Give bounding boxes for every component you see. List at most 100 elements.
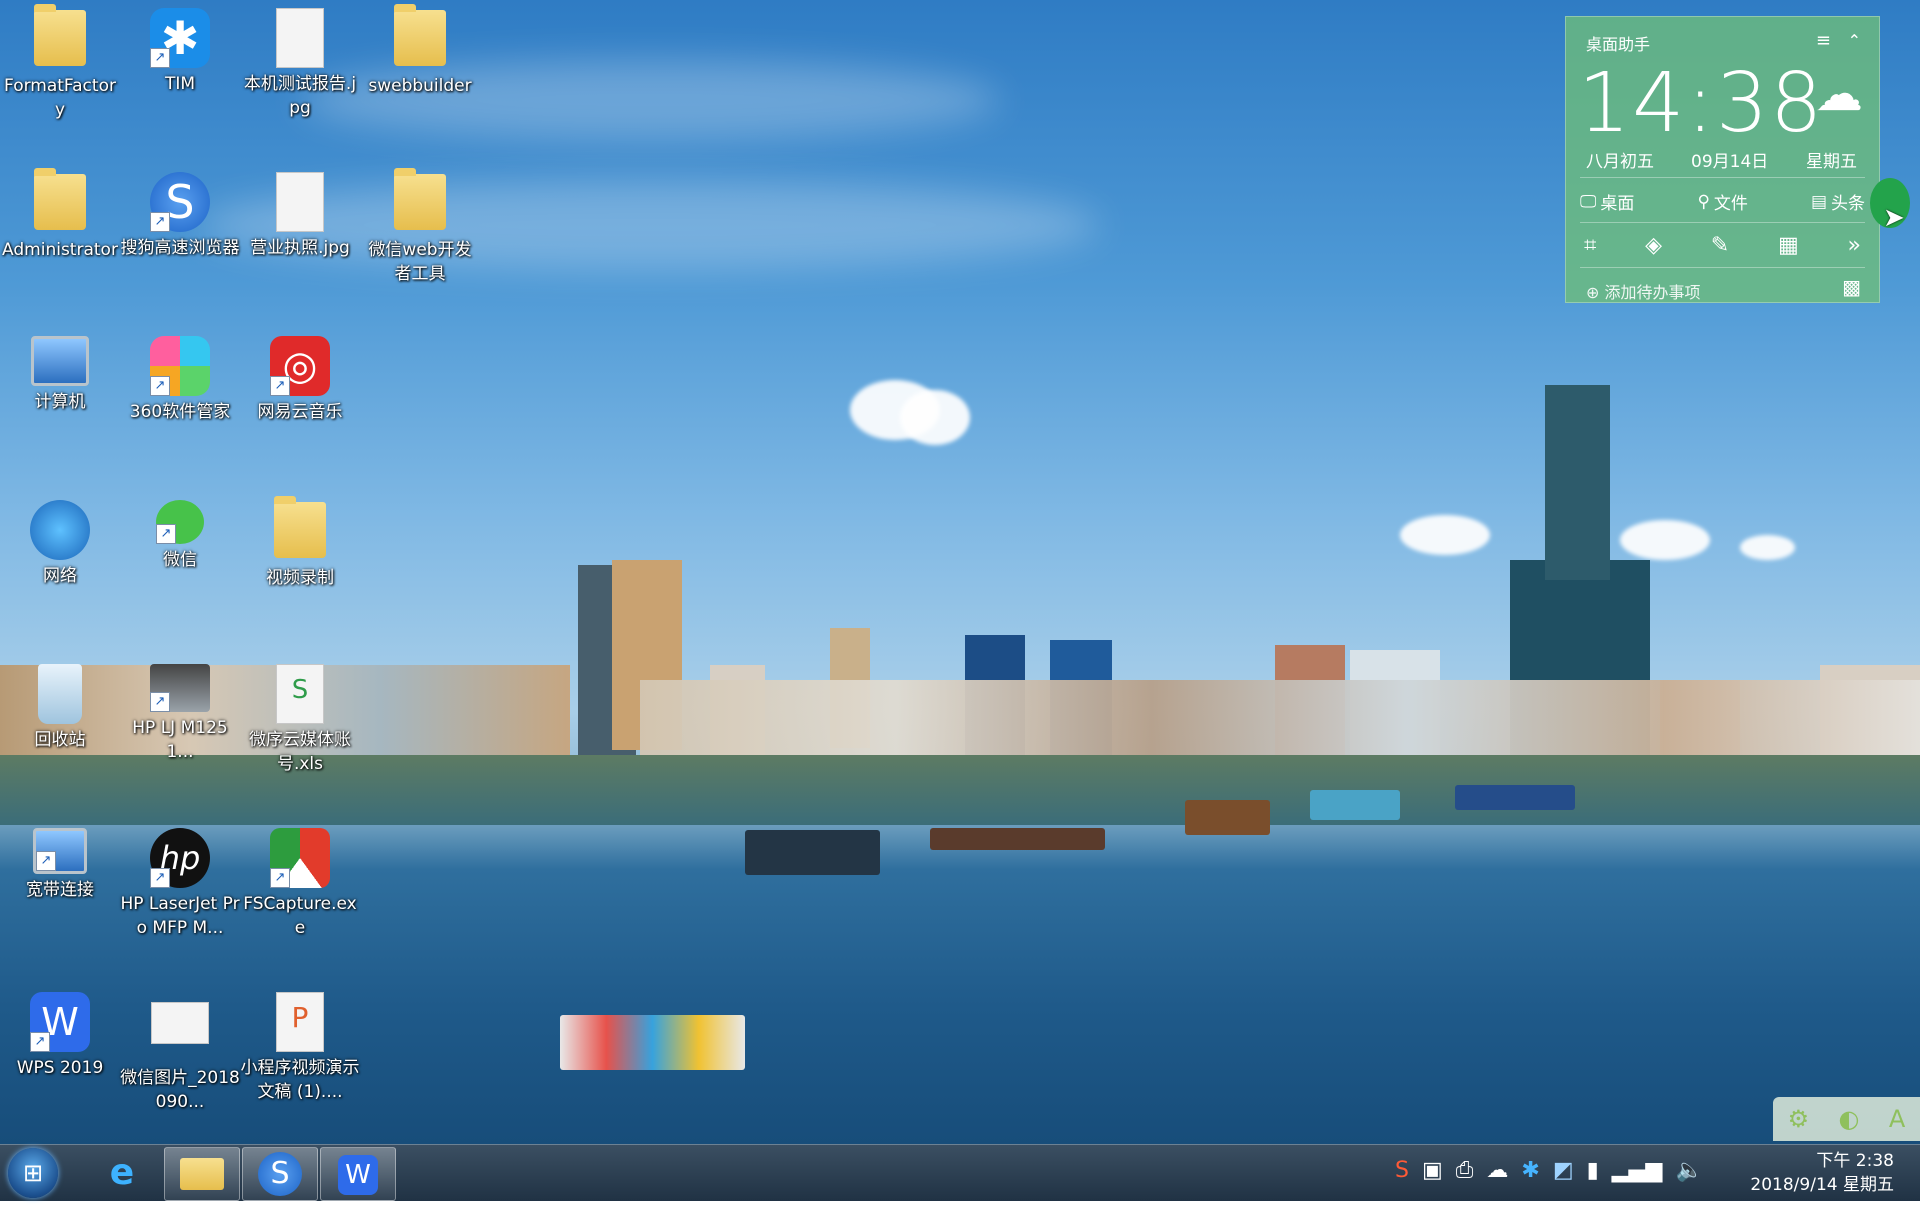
taskbar-wps-icon[interactable]: W xyxy=(320,1147,396,1201)
shortcut-arrow-icon: ↗ xyxy=(150,868,170,888)
desktop-icon-hp-laserjet[interactable]: hp ↗ HP LaserJet Pro MFP M... xyxy=(120,828,240,940)
image-file-icon xyxy=(151,1002,209,1044)
folder-icon xyxy=(274,496,326,558)
menu-icon[interactable]: ≡ xyxy=(1816,32,1831,50)
shortcut-arrow-icon: ↗ xyxy=(156,524,176,544)
ferry xyxy=(560,1015,745,1070)
widget-date: 09月14日 xyxy=(1691,152,1769,172)
printer-icon: ↗ xyxy=(150,664,210,712)
desktop-icon-recycle-bin[interactable]: 回收站 xyxy=(0,664,120,752)
clock-time: 下午 2:38 xyxy=(1816,1151,1894,1171)
sogou-ime-icon[interactable]: S xyxy=(1395,1158,1409,1183)
ime-floating-bar[interactable]: ⚙ ◐ A xyxy=(1773,1097,1920,1141)
widget-link-news[interactable]: ▤ 头条 xyxy=(1811,189,1865,215)
volume-icon[interactable]: 🔈 xyxy=(1675,1158,1702,1183)
signal-icon[interactable]: ▂▄▆ xyxy=(1612,1158,1663,1183)
desktop-assistant-widget[interactable]: 桌面助手 ≡ ⌃ 14:38 ☁ 八月初五 09月14日 星期五 🖵 桌面 ⚲ 文件… xyxy=(1565,16,1880,303)
widget-links: 🖵 桌面 ⚲ 文件 ▤ 头条 xyxy=(1580,189,1865,215)
clock-date: 2018/9/14 星期五 xyxy=(1750,1175,1894,1195)
desktop-icon-computer[interactable]: 计算机 xyxy=(0,336,120,414)
netease-music-icon: ◎ ↗ xyxy=(270,336,330,396)
desktop-icon-netease-music[interactable]: ◎ ↗ 网易云音乐 xyxy=(240,336,360,424)
cloud xyxy=(1740,535,1795,560)
widget-link-files[interactable]: ⚲ 文件 xyxy=(1697,189,1747,215)
icon-label: 360软件管家 xyxy=(129,402,231,422)
icon-label: 网络 xyxy=(43,566,77,586)
shortcut-arrow-icon: ↗ xyxy=(30,1032,50,1052)
desktop-icon-swebbuilder[interactable]: swebbuilder xyxy=(360,4,480,98)
collapse-icon[interactable]: ⌃ xyxy=(1848,31,1861,50)
taskbar-clock[interactable]: 下午 2:38 2018/9/14 星期五 xyxy=(1750,1149,1894,1197)
tim-tray-icon[interactable]: ✱ xyxy=(1521,1158,1539,1183)
icon-label: HP LaserJet Pro MFP M... xyxy=(120,894,240,938)
taskbar-explorer-icon[interactable] xyxy=(164,1147,240,1201)
calculator-icon[interactable]: ▦ xyxy=(1778,233,1799,258)
start-button[interactable]: ⊞ xyxy=(8,1148,58,1198)
weather-cloud-icon[interactable]: ☁ xyxy=(1815,69,1863,119)
taskbar: ⊞ e S W S ▣ ⎙ ☁ ✱ ◩ ▮ ▂▄▆ 🔈 下午 2:38 2018… xyxy=(0,1144,1920,1201)
taskbar-sogou-browser-icon[interactable]: S xyxy=(242,1147,318,1201)
widget-link-desktop[interactable]: 🖵 桌面 xyxy=(1580,189,1634,215)
hp-logo-icon: hp ↗ xyxy=(150,828,210,888)
ship xyxy=(1185,800,1270,835)
desktop-icon-wechat-image[interactable]: 微信图片_2018090... xyxy=(120,992,240,1114)
desktop-icon-administrator[interactable]: Administrator xyxy=(0,168,120,262)
desktop-icon-360-software[interactable]: ↗ 360软件管家 xyxy=(120,336,240,424)
ime-language-indicator[interactable]: A xyxy=(1889,1105,1905,1133)
divider xyxy=(1580,177,1865,178)
desktop-icon-broadband[interactable]: ↗ 宽带连接 xyxy=(0,828,120,902)
desktop-icon-video-record[interactable]: 视频录制 xyxy=(240,496,360,590)
more-chevron-icon[interactable]: » xyxy=(1847,233,1860,258)
mouse-cursor-icon: ➤ xyxy=(1883,203,1905,233)
computer-icon xyxy=(31,336,89,386)
capture-icon[interactable]: ▣ xyxy=(1422,1158,1443,1183)
ime-mode-icon[interactable]: ◐ xyxy=(1839,1105,1860,1133)
desktop-icon-business-license[interactable]: 营业执照.jpg xyxy=(240,172,360,260)
add-todo-button[interactable]: ⊕ 添加待办事项 xyxy=(1586,279,1701,303)
shortcut-arrow-icon: ↗ xyxy=(150,212,170,232)
qr-code-icon[interactable]: ▩ xyxy=(1842,275,1861,299)
icon-label: WPS 2019 xyxy=(16,1058,104,1078)
icon-label: 微序云媒体账号.xls xyxy=(249,730,351,774)
desktop-icon-hp-printer[interactable]: ↗ HP LJ M1251... xyxy=(120,664,240,764)
desktop-icon-fscapture[interactable]: ↗ FSCapture.exe xyxy=(240,828,360,940)
icon-label: Administrator xyxy=(2,240,118,260)
network-tool-icon[interactable]: ◩ xyxy=(1553,1158,1574,1183)
shortcut-arrow-icon: ↗ xyxy=(150,376,170,396)
crop-icon[interactable]: ⌗ xyxy=(1584,233,1596,258)
desktop-icon-test-report[interactable]: 本机测试报告.jpg xyxy=(240,8,360,120)
desktop-icon-wps[interactable]: W ↗ WPS 2019 xyxy=(0,992,120,1080)
icon-label: 搜狗高速浏览器 xyxy=(120,238,240,258)
shortcut-arrow-icon: ↗ xyxy=(150,692,170,712)
user-folder-icon xyxy=(34,168,86,230)
search-icon: ⚲ xyxy=(1697,191,1710,212)
taskbar-ie-icon[interactable]: e xyxy=(85,1147,159,1199)
desktop-icon-presentation[interactable]: P 小程序视频演示文稿 (1).... xyxy=(240,992,360,1104)
desktop-icon-media-account-xls[interactable]: S 微序云媒体账号.xls xyxy=(240,664,360,776)
desktop-icon-sogou-browser[interactable]: S ↗ 搜狗高速浏览器 xyxy=(120,172,240,260)
shortcut-arrow-icon: ↗ xyxy=(36,851,56,871)
desktop-icon-wechat[interactable]: ↗ 微信 xyxy=(120,500,240,572)
icon-label: 小程序视频演示文稿 (1).... xyxy=(240,1058,360,1102)
printer-tray-icon[interactable]: ⎙ xyxy=(1456,1158,1474,1183)
desktop-icon-formatfactory[interactable]: FormatFactory xyxy=(0,4,120,122)
desktop-icon-network[interactable]: 网络 xyxy=(0,500,120,588)
folder-icon xyxy=(394,168,446,230)
folder-icon xyxy=(34,4,86,66)
monitor-icon: 🖵 xyxy=(1580,191,1597,212)
system-tray: S ▣ ⎙ ☁ ✱ ◩ ▮ ▂▄▆ 🔈 xyxy=(1395,1158,1703,1183)
device-icon[interactable]: ▮ xyxy=(1587,1158,1599,1183)
desktop-wallpaper[interactable]: FormatFactory ✱ ↗ TIM 本机测试报告.jpg swebbuil… xyxy=(0,0,1920,1144)
shortcut-arrow-icon: ↗ xyxy=(270,376,290,396)
note-edit-icon[interactable]: ✎ xyxy=(1711,233,1729,258)
icon-label: 视频录制 xyxy=(266,568,334,588)
icon-label: FSCapture.exe xyxy=(243,894,357,938)
ime-settings-icon[interactable]: ⚙ xyxy=(1788,1105,1810,1133)
compass-icon[interactable]: ◈ xyxy=(1645,233,1662,258)
widget-toolbar: ⌗ ◈ ✎ ▦ » xyxy=(1584,233,1861,258)
spreadsheet-file-icon: S xyxy=(276,664,324,724)
desktop-icon-tim[interactable]: ✱ ↗ TIM xyxy=(120,8,240,96)
desktop-icon-wechat-devtools[interactable]: 微信web开发者工具 xyxy=(360,168,480,286)
ship xyxy=(745,830,880,875)
cloud-sync-icon[interactable]: ☁ xyxy=(1486,1158,1508,1183)
